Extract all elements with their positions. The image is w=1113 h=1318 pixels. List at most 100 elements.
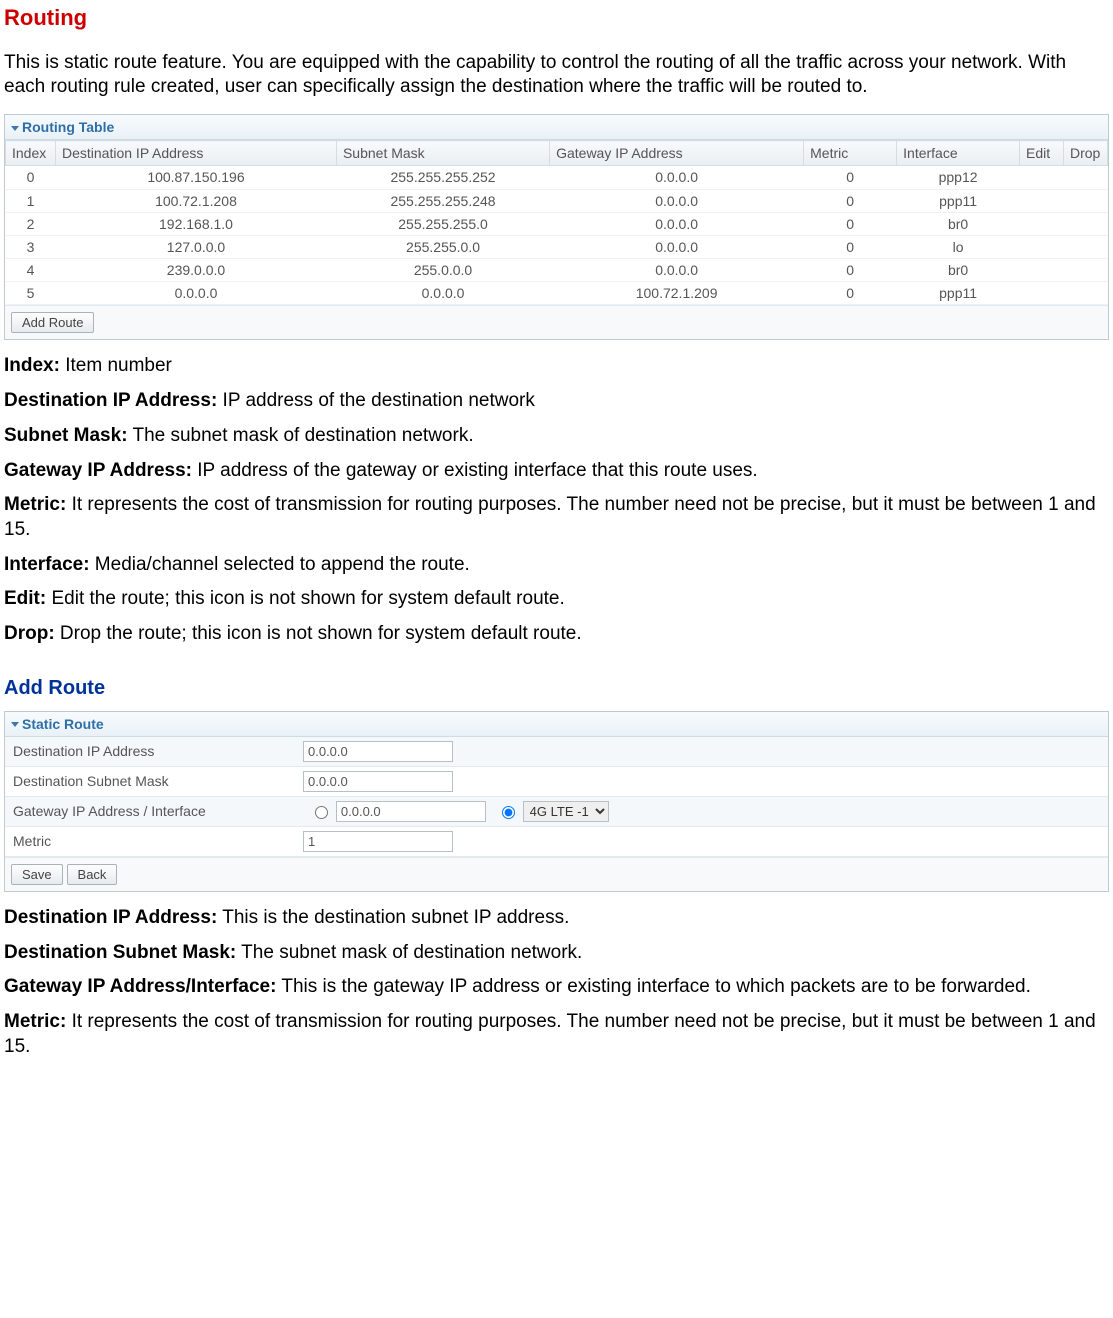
edit-cell (1020, 282, 1064, 305)
definition-text: The subnet mask of destination network. (128, 425, 474, 446)
routing-table-header: Routing Table (5, 115, 1108, 140)
table-cell: 100.72.1.209 (550, 282, 804, 305)
definition: Destination IP Address: IP address of th… (4, 389, 1109, 414)
metric-label: Metric (5, 826, 295, 856)
definition: Edit: Edit the route; this icon is not s… (4, 587, 1109, 612)
heading-add-route: Add Route (4, 675, 1109, 701)
table-row: 0100.87.150.196255.255.255.2520.0.0.00pp… (6, 166, 1108, 189)
metric-input[interactable] (303, 831, 453, 852)
table-cell: ppp12 (897, 166, 1020, 189)
table-cell: 0.0.0.0 (550, 189, 804, 212)
table-cell: 1 (6, 189, 56, 212)
definition-term: Drop: (4, 623, 55, 644)
edit-cell (1020, 189, 1064, 212)
definition-term: Interface: (4, 554, 90, 575)
static-route-title: Static Route (22, 716, 104, 732)
table-cell: 0.0.0.0 (550, 166, 804, 189)
routing-table-title: Routing Table (22, 119, 114, 135)
routing-table-footer: Add Route (5, 305, 1108, 339)
definition: Gateway IP Address: IP address of the ga… (4, 459, 1109, 484)
static-route-footer: Save Back (5, 857, 1108, 891)
definition-term: Destination IP Address: (4, 390, 217, 411)
table-cell: 192.168.1.0 (56, 212, 337, 235)
edit-cell (1020, 259, 1064, 282)
table-cell: 0.0.0.0 (550, 259, 804, 282)
table-row: 50.0.0.00.0.0.0100.72.1.2090ppp11 (6, 282, 1108, 305)
table-cell: 4 (6, 259, 56, 282)
drop-cell (1064, 235, 1108, 258)
table-cell: 239.0.0.0 (56, 259, 337, 282)
definition-term: Destination Subnet Mask: (4, 942, 236, 963)
definition-term: Destination IP Address: (4, 907, 217, 928)
edit-cell (1020, 166, 1064, 189)
gateway-interface-radio[interactable] (502, 806, 515, 819)
definition-term: Edit: (4, 588, 46, 609)
table-cell: 5 (6, 282, 56, 305)
drop-cell (1064, 166, 1108, 189)
table-cell: br0 (897, 259, 1020, 282)
table-header: Destination IP Address (56, 141, 337, 166)
intro-paragraph: This is static route feature. You are eq… (4, 51, 1109, 100)
table-cell: 0.0.0.0 (336, 282, 549, 305)
dest-mask-label: Destination Subnet Mask (5, 766, 295, 796)
static-route-panel: Static Route Destination IP Address Dest… (4, 711, 1109, 892)
edit-cell (1020, 235, 1064, 258)
gateway-interface-select[interactable]: 4G LTE -1 (523, 801, 609, 822)
definition: Destination Subnet Mask: The subnet mask… (4, 941, 1109, 966)
table-cell: 0 (804, 282, 897, 305)
table-row: 3127.0.0.0255.255.0.00.0.0.00lo (6, 235, 1108, 258)
drop-cell (1064, 259, 1108, 282)
routing-table-panel: Routing Table IndexDestination IP Addres… (4, 114, 1109, 341)
definition: Index: Item number (4, 354, 1109, 379)
definition: Metric: It represents the cost of transm… (4, 493, 1109, 542)
dest-ip-input[interactable] (303, 741, 453, 762)
table-cell: 0 (804, 235, 897, 258)
table-cell: 0.0.0.0 (56, 282, 337, 305)
definition-term: Metric: (4, 494, 66, 515)
table-cell: 0 (804, 259, 897, 282)
table-header: Metric (804, 141, 897, 166)
table-header: Index (6, 141, 56, 166)
static-route-header: Static Route (5, 712, 1108, 737)
table-cell: 127.0.0.0 (56, 235, 337, 258)
definition: Destination IP Address: This is the dest… (4, 906, 1109, 931)
definition-text: IP address of the destination network (217, 390, 535, 411)
table-cell: 100.87.150.196 (56, 166, 337, 189)
table-header: Interface (897, 141, 1020, 166)
definition-text: Edit the route; this icon is not shown f… (46, 588, 565, 609)
table-cell: 100.72.1.208 (56, 189, 337, 212)
definition-text: It represents the cost of transmission f… (4, 1011, 1096, 1057)
definition-text: This is the destination subnet IP addres… (217, 907, 569, 928)
definition-text: Drop the route; this icon is not shown f… (55, 623, 582, 644)
table-cell: 0 (804, 189, 897, 212)
definition-text: The subnet mask of destination network. (236, 942, 582, 963)
gateway-label: Gateway IP Address / Interface (5, 796, 295, 826)
definition: Drop: Drop the route; this icon is not s… (4, 622, 1109, 647)
table-cell: lo (897, 235, 1020, 258)
table-cell: 0.0.0.0 (550, 212, 804, 235)
drop-cell (1064, 212, 1108, 235)
table-row: 4239.0.0.0255.0.0.00.0.0.00br0 (6, 259, 1108, 282)
table-header: Drop (1064, 141, 1108, 166)
gateway-ip-input[interactable] (336, 801, 486, 822)
add-route-button[interactable]: Add Route (11, 312, 94, 333)
table-header: Gateway IP Address (550, 141, 804, 166)
collapse-icon[interactable] (11, 722, 19, 727)
table-row: 1100.72.1.208255.255.255.2480.0.0.00ppp1… (6, 189, 1108, 212)
definition-term: Gateway IP Address: (4, 460, 192, 481)
back-button[interactable]: Back (67, 864, 118, 885)
dest-mask-input[interactable] (303, 771, 453, 792)
table-cell: 0.0.0.0 (550, 235, 804, 258)
table-header: Subnet Mask (336, 141, 549, 166)
table-cell: 3 (6, 235, 56, 258)
collapse-icon[interactable] (11, 126, 19, 131)
definition: Metric: It represents the cost of transm… (4, 1010, 1109, 1059)
static-route-form: Destination IP Address Destination Subne… (5, 737, 1108, 857)
table-cell: br0 (897, 212, 1020, 235)
definition-text: It represents the cost of transmission f… (4, 494, 1096, 540)
table-cell: 255.0.0.0 (336, 259, 549, 282)
gateway-ip-radio[interactable] (315, 806, 328, 819)
definition-text: Media/channel selected to append the rou… (90, 554, 470, 575)
save-button[interactable]: Save (11, 864, 63, 885)
definition-term: Gateway IP Address/Interface: (4, 976, 276, 997)
